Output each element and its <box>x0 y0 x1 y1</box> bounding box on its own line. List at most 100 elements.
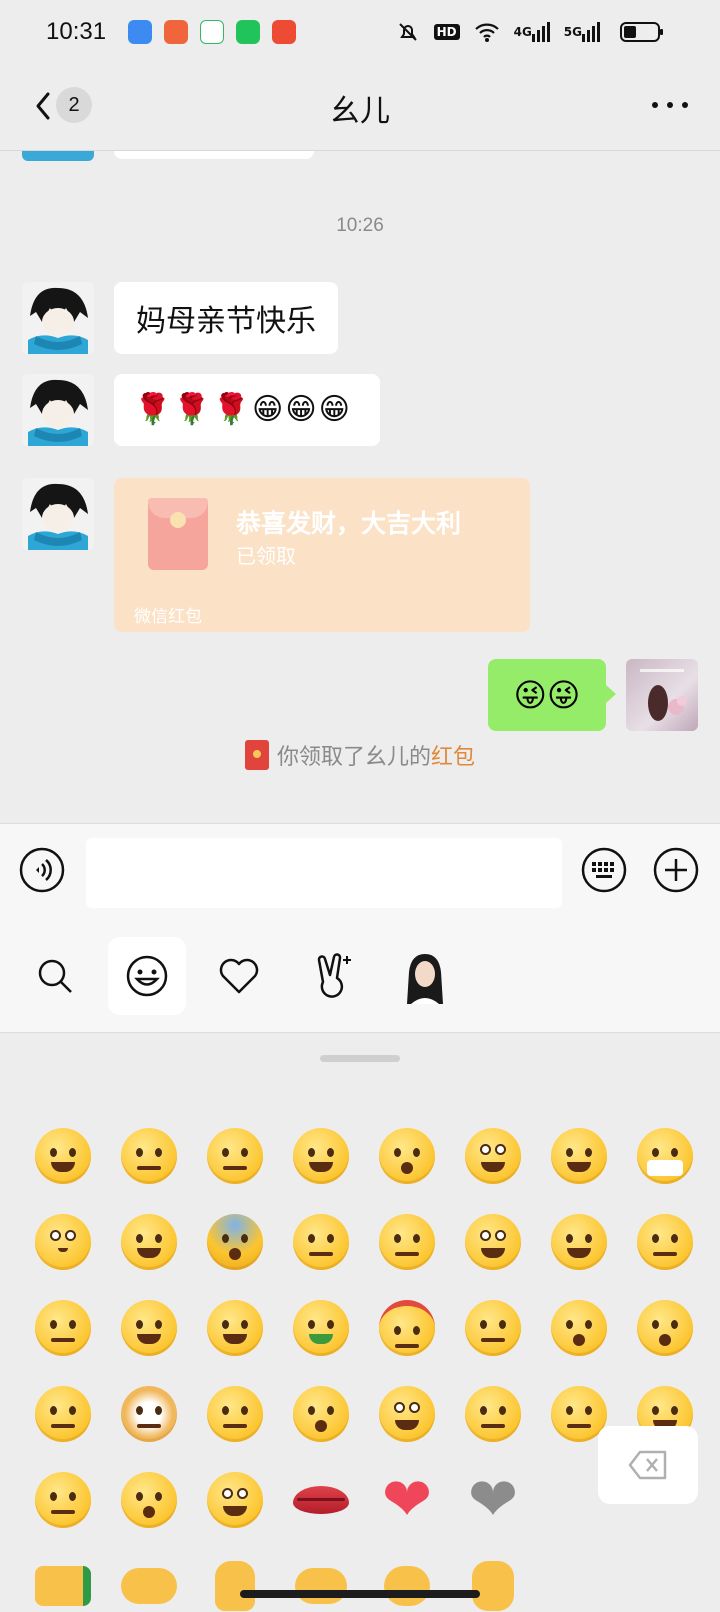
emoji-key[interactable] <box>20 1371 106 1457</box>
emoji-key[interactable] <box>20 1457 106 1543</box>
contact-avatar[interactable] <box>22 282 94 354</box>
emoji-key[interactable] <box>278 1285 364 1371</box>
emoji-smirk-grin <box>293 1128 349 1184</box>
emoji-sigh <box>35 1472 91 1528</box>
emoji-key[interactable] <box>364 1113 450 1199</box>
mute-bell-icon <box>398 23 417 41</box>
fist-icon <box>472 1561 514 1611</box>
emoji-key[interactable] <box>106 1113 192 1199</box>
emoji-key[interactable] <box>106 1285 192 1371</box>
emoji-key[interactable] <box>192 1113 278 1199</box>
my-avatar[interactable] <box>626 659 698 731</box>
tab-user-sticker[interactable] <box>386 937 464 1015</box>
emoji-key[interactable] <box>364 1199 450 1285</box>
red-envelope-icon <box>148 498 208 570</box>
emoji-key[interactable] <box>450 1113 536 1199</box>
emoji-key[interactable] <box>622 1113 708 1199</box>
chat-header: 2 幺儿 <box>0 64 720 151</box>
emoji-key[interactable] <box>20 1285 106 1371</box>
emoji-peace-smile <box>207 1300 263 1356</box>
emoji-key[interactable] <box>20 1543 106 1612</box>
red-packet-status: 已领取 <box>236 544 296 568</box>
ok-gesture-icon <box>384 1566 430 1606</box>
emoji-key[interactable]: ❤ <box>450 1457 536 1543</box>
tab-emoji[interactable] <box>108 937 186 1015</box>
emoji-cracked <box>207 1472 263 1528</box>
emoji-key[interactable] <box>536 1113 622 1199</box>
tab-favorites[interactable] <box>200 937 278 1015</box>
backspace-button[interactable] <box>598 1426 698 1504</box>
message-input[interactable] <box>86 838 562 908</box>
sent-emoji-bubble[interactable]: 😜😜 <box>488 659 616 731</box>
wifi-icon <box>474 23 499 42</box>
panel-drag-handle[interactable] <box>320 1055 400 1062</box>
emoji-smug <box>35 1300 91 1356</box>
contact-avatar[interactable] <box>22 151 94 161</box>
emoji-ok-hand <box>207 1386 263 1442</box>
emoji-key[interactable] <box>106 1457 192 1543</box>
emoji-key[interactable] <box>450 1543 536 1612</box>
emoji-key[interactable] <box>622 1285 708 1371</box>
backspace-icon <box>628 1450 667 1480</box>
emoji-key[interactable] <box>278 1199 364 1285</box>
emoji-key[interactable] <box>364 1371 450 1457</box>
previous-message-bubble[interactable] <box>114 151 314 159</box>
app-icon-1 <box>128 20 152 44</box>
emoji-scream <box>207 1214 263 1270</box>
emoji-key[interactable] <box>364 1285 450 1371</box>
contact-avatar[interactable] <box>22 374 94 446</box>
emoji-key[interactable] <box>278 1371 364 1457</box>
emoji-key[interactable] <box>278 1113 364 1199</box>
home-indicator[interactable] <box>240 1590 480 1598</box>
received-message-bubble[interactable]: 妈母亲节快乐 <box>114 282 338 354</box>
emoji-side-eye <box>637 1214 693 1270</box>
user-sticker-avatar <box>407 954 443 1004</box>
emoji-hand-over-mouth <box>293 1386 349 1442</box>
emoji-tears-of-joy <box>121 1214 177 1270</box>
more-options-icon[interactable] <box>652 102 688 112</box>
emoji-kiss <box>379 1128 435 1184</box>
emoji-key[interactable] <box>20 1113 106 1199</box>
app-icon-2 <box>164 20 188 44</box>
emoji-key[interactable] <box>622 1199 708 1285</box>
emoji-key[interactable] <box>192 1371 278 1457</box>
smiley-icon <box>126 955 168 997</box>
system-message: 你领取了幺儿的 红包 <box>0 739 720 771</box>
thumbs-down-icon <box>35 1566 91 1606</box>
red-packet-title: 恭喜发财，大吉大利 <box>236 509 462 538</box>
emoji-key[interactable] <box>278 1543 364 1612</box>
keyboard-icon[interactable] <box>580 846 628 894</box>
emoji-key[interactable] <box>192 1543 278 1612</box>
emoji-key[interactable] <box>450 1199 536 1285</box>
emoji-key[interactable] <box>364 1543 450 1612</box>
tab-search[interactable] <box>16 937 94 1015</box>
red-packet-message[interactable]: 恭喜发财，大吉大利 已领取 微信红包 <box>114 478 530 632</box>
emoji-panel[interactable]: ❤ ❤ <box>0 1033 720 1612</box>
message-list[interactable]: 10:26 妈母亲节快乐 🌹🌹🌹😁😁😁 恭喜发财，大吉大利 已领取 微信红包 😜… <box>0 151 720 823</box>
emoji-key[interactable] <box>106 1199 192 1285</box>
emoji-flushed <box>35 1214 91 1270</box>
voice-input-icon[interactable] <box>18 846 66 894</box>
app-icon-3 <box>200 20 224 44</box>
emoji-key[interactable] <box>20 1199 106 1285</box>
emoji-key[interactable] <box>106 1371 192 1457</box>
contact-avatar[interactable] <box>22 478 94 550</box>
app-icon-4 <box>236 20 260 44</box>
emoji-key[interactable] <box>192 1285 278 1371</box>
received-emoji-bubble[interactable]: 🌹🌹🌹😁😁😁 <box>114 374 380 446</box>
tab-sticker-gestures[interactable] <box>294 937 372 1015</box>
emoji-key[interactable] <box>106 1543 192 1612</box>
emoji-key[interactable] <box>192 1199 278 1285</box>
plus-icon[interactable] <box>652 846 700 894</box>
emoji-key[interactable] <box>536 1199 622 1285</box>
emoji-key[interactable] <box>450 1371 536 1457</box>
emoji-watermelon <box>293 1300 349 1356</box>
emoji-key[interactable]: ❤ <box>364 1457 450 1543</box>
red-packet-link[interactable]: 红包 <box>431 739 475 771</box>
emoji-key[interactable] <box>278 1457 364 1543</box>
emoji-key[interactable] <box>192 1457 278 1543</box>
emoji-crying <box>121 1472 177 1528</box>
emoji-key[interactable] <box>536 1285 622 1371</box>
emoji-key[interactable] <box>450 1285 536 1371</box>
emoji-facepalm <box>121 1128 177 1184</box>
